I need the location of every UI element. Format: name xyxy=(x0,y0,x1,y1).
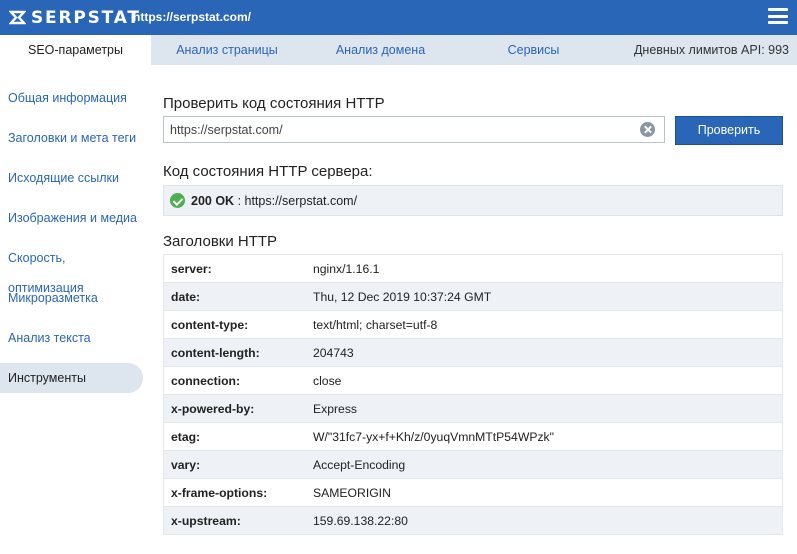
header-name: connection: xyxy=(163,366,306,395)
header-value: Thu, 12 Dec 2019 10:37:24 GMT xyxy=(306,282,783,311)
tab-services[interactable]: Сервисы xyxy=(458,35,609,65)
status-box: 200 OK : https://serpstat.com/ xyxy=(163,185,783,216)
header-name: content-length: xyxy=(163,338,306,367)
url-input[interactable] xyxy=(163,116,665,143)
tab-page-analysis[interactable]: Анализ страницы xyxy=(151,35,303,65)
api-limits-counter: Дневных лимитов API: 993 xyxy=(633,43,789,57)
sidebar-item-headings-meta[interactable]: Заголовки и мета теги xyxy=(0,123,143,153)
header-value: SAMEORIGIN xyxy=(306,478,783,507)
sidebar-item-speed-optimization[interactable]: Скорость, оптимизация xyxy=(0,243,143,295)
header-value: Express xyxy=(306,394,783,423)
header-name: vary: xyxy=(163,450,306,479)
tab-bar: SEO-параметры Анализ страницы Анализ дом… xyxy=(0,35,797,65)
table-row: vary: Accept-Encoding xyxy=(163,450,783,479)
table-row: server: nginx/1.16.1 xyxy=(163,254,783,283)
table-row: content-length: 204743 xyxy=(163,338,783,367)
header-value: Accept-Encoding xyxy=(306,450,783,479)
serpstat-logo[interactable]: SERPSTAT xyxy=(9,7,141,28)
header-name: x-upstream: xyxy=(163,506,306,535)
table-row: connection: close xyxy=(163,366,783,395)
headers-title: Заголовки HTTP xyxy=(163,233,278,250)
logo-text: SERPSTAT xyxy=(31,7,141,28)
check-circle-icon xyxy=(170,193,185,208)
status-title: Код состояния HTTP сервера: xyxy=(163,163,373,180)
header-value: nginx/1.16.1 xyxy=(306,254,783,283)
header-name: x-frame-options: xyxy=(163,478,306,507)
tab-domain-analysis[interactable]: Анализ домена xyxy=(303,35,458,65)
sidebar-item-general-info[interactable]: Общая информация xyxy=(0,83,143,113)
hamburger-menu-icon[interactable] xyxy=(768,8,788,24)
header-value: 204743 xyxy=(306,338,783,367)
serpstat-logo-icon xyxy=(9,10,26,25)
tab-seo-params[interactable]: SEO-параметры xyxy=(0,35,151,65)
header-name: content-type: xyxy=(163,310,306,339)
header-value: 159.69.138.22:80 xyxy=(306,506,783,535)
current-url: https://serpstat.com/ xyxy=(133,10,252,24)
header-name: date: xyxy=(163,282,306,311)
headers-table: server: nginx/1.16.1 date: Thu, 12 Dec 201… xyxy=(163,254,783,535)
table-row: x-frame-options: SAMEORIGIN xyxy=(163,478,783,507)
table-row: content-type: text/html; charset=utf-8 xyxy=(163,310,783,339)
header-name: server: xyxy=(163,254,306,283)
check-title: Проверить код состояния HTTP xyxy=(163,95,385,112)
header-value: close xyxy=(306,366,783,395)
sidebar-item-microdata[interactable]: Микроразметка xyxy=(0,283,143,313)
header-name: x-powered-by: xyxy=(163,394,306,423)
sidebar-item-images-media[interactable]: Изображения и медиа xyxy=(0,203,143,233)
sidebar-item-outgoing-links[interactable]: Исходящие ссылки xyxy=(0,163,143,193)
sidebar: Общая информация Заголовки и мета теги И… xyxy=(0,83,145,403)
table-row: etag: W/"31fc7-yx+f+Kh/z/0yuqVmnMTtP54WPz… xyxy=(163,422,783,451)
sidebar-item-tools[interactable]: Инструменты xyxy=(0,363,143,393)
check-button[interactable]: Проверить xyxy=(675,116,783,145)
sidebar-item-text-analysis[interactable]: Анализ текста xyxy=(0,323,143,353)
status-code: 200 OK xyxy=(191,193,235,208)
top-bar: SERPSTAT https://serpstat.com/ xyxy=(0,0,797,35)
table-row: date: Thu, 12 Dec 2019 10:37:24 GMT xyxy=(163,282,783,311)
clear-x-icon[interactable] xyxy=(640,122,655,137)
header-value: text/html; charset=utf-8 xyxy=(306,310,783,339)
table-row: x-upstream: 159.69.138.22:80 xyxy=(163,506,783,535)
header-value: W/"31fc7-yx+f+Kh/z/0yuqVmnMTtP54WPzk" xyxy=(306,422,783,451)
status-detail: : https://serpstat.com/ xyxy=(234,193,358,208)
table-row: x-powered-by: Express xyxy=(163,394,783,423)
header-name: etag: xyxy=(163,422,306,451)
